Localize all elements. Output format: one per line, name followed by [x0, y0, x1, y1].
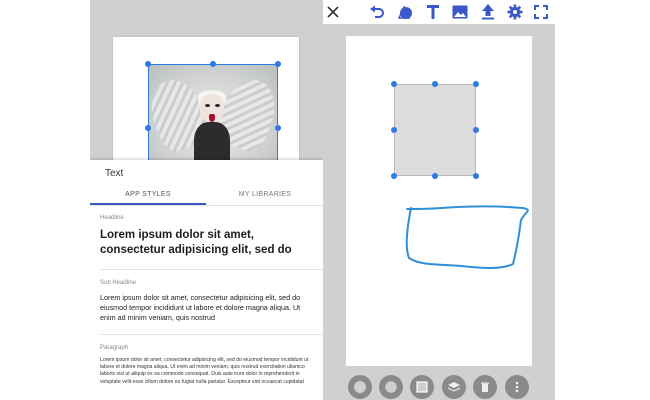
- headline-style-option[interactable]: Lorem ipsum dolor sit amet, consectetur …: [100, 228, 315, 258]
- subheadline-style-option[interactable]: Lorem ipsum dolor sit amet, consectetur …: [100, 293, 315, 323]
- resize-handle[interactable]: [145, 125, 151, 131]
- panel-title: Text: [105, 168, 124, 179]
- layers-icon[interactable]: [442, 375, 466, 399]
- upload-icon[interactable]: [478, 2, 498, 22]
- close-icon[interactable]: [323, 2, 343, 22]
- right-panel: [323, 0, 555, 400]
- freehand-sketch[interactable]: [401, 198, 531, 278]
- fill-circle-icon[interactable]: [348, 375, 372, 399]
- app-screenshot: Text APP STYLES MY LIBRARIES Headline Lo…: [0, 0, 650, 400]
- resize-handle[interactable]: [275, 61, 281, 67]
- tab-bar: APP STYLES MY LIBRARIES: [90, 184, 323, 206]
- resize-handle[interactable]: [391, 127, 397, 133]
- resize-handle[interactable]: [275, 125, 281, 131]
- image-icon[interactable]: [450, 2, 470, 22]
- image-selection-frame: [148, 64, 278, 164]
- headline-label: Headline: [100, 215, 124, 221]
- drawing-canvas[interactable]: [346, 36, 532, 366]
- settings-icon[interactable]: [505, 2, 525, 22]
- text-panel: Text APP STYLES MY LIBRARIES Headline Lo…: [90, 160, 323, 400]
- paragraph-style-option[interactable]: Lorem ipsum dolor sit amet, consectetur …: [100, 357, 315, 386]
- top-toolbar: [323, 0, 555, 24]
- paragraph-label: Paragraph: [100, 345, 129, 351]
- resize-handle[interactable]: [391, 81, 397, 87]
- rectangle-shape[interactable]: [394, 84, 476, 176]
- fullscreen-icon[interactable]: [531, 2, 551, 22]
- left-panel: Text APP STYLES MY LIBRARIES Headline Lo…: [90, 0, 323, 400]
- tab-app-styles[interactable]: APP STYLES: [90, 184, 206, 205]
- resize-handle[interactable]: [473, 127, 479, 133]
- divider: [100, 334, 323, 335]
- resize-handle[interactable]: [391, 173, 397, 179]
- pattern-icon[interactable]: [379, 375, 403, 399]
- resize-handle[interactable]: [145, 61, 151, 67]
- resize-handle[interactable]: [432, 173, 438, 179]
- shapes-icon[interactable]: [395, 2, 415, 22]
- more-icon[interactable]: [505, 375, 529, 399]
- resize-handle[interactable]: [473, 173, 479, 179]
- resize-handle[interactable]: [210, 61, 216, 67]
- divider: [100, 269, 323, 270]
- subheadline-label: Sub Headline: [100, 280, 137, 286]
- border-icon[interactable]: [410, 375, 434, 399]
- undo-icon[interactable]: [367, 2, 387, 22]
- delete-icon[interactable]: [473, 375, 497, 399]
- text-icon[interactable]: [423, 2, 443, 22]
- resize-handle[interactable]: [473, 81, 479, 87]
- tab-my-libraries[interactable]: MY LIBRARIES: [207, 184, 323, 205]
- resize-handle[interactable]: [432, 81, 438, 87]
- bottom-toolbar: [323, 371, 555, 400]
